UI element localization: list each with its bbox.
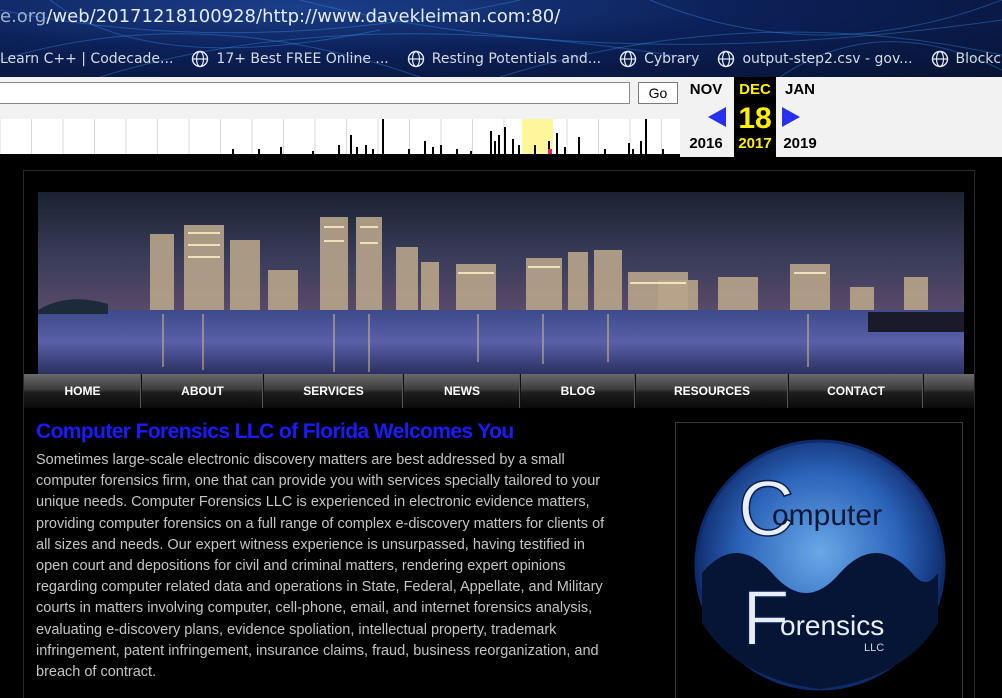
- globe-icon: [192, 50, 209, 68]
- site-container: HOME ABOUT SERVICES NEWS BLOG RESOURCES CONTAC…: [23, 170, 975, 698]
- url-prefix: e.org: [0, 6, 47, 27]
- nav-services[interactable]: SERVICES: [264, 374, 404, 408]
- bookmark-label: Blockchain Enab: [955, 51, 1002, 67]
- sparkline-bar: [512, 139, 514, 155]
- wayback-url-input[interactable]: [0, 82, 630, 104]
- sparkline-bar: [382, 119, 384, 155]
- nav-blog[interactable]: BLOG: [521, 374, 636, 408]
- sparkline-bar: [578, 137, 580, 155]
- bookmark-label: Learn C++ | Codecade...: [0, 51, 174, 67]
- sparkline-bar: [640, 141, 642, 155]
- logo-word-computer: omputer: [772, 499, 882, 532]
- current-day-label: 18: [738, 102, 772, 135]
- capture-sparkline[interactable]: [0, 119, 680, 155]
- bookmark-item[interactable]: 17+ Best FREE Online ...: [191, 50, 389, 68]
- bookmark-item[interactable]: Resting Potentials and...: [407, 50, 601, 68]
- bookmark-label: Cybrary: [644, 51, 700, 67]
- sparkline-bar: [424, 141, 426, 155]
- sparkline-bar: [556, 133, 558, 155]
- next-month-label: JAN: [784, 81, 815, 98]
- sparkline-bar: [490, 131, 492, 155]
- bookmark-item[interactable]: Blockchain Enab: [931, 50, 1002, 68]
- current-year-label: 2017: [738, 135, 772, 152]
- sparkline-bar: [350, 135, 352, 155]
- skyline-banner: [38, 192, 964, 374]
- logo-word-forensics: orensics: [780, 610, 884, 641]
- welcome-title: Computer Forensics LLC of Florida Welcom…: [36, 420, 514, 443]
- nav-contact[interactable]: CONTACT: [789, 374, 924, 408]
- url-text: /web/20171218100928/http://www.davekleim…: [46, 6, 561, 27]
- next-year-label: 2019: [783, 135, 817, 152]
- current-month: DEC 18 2017: [734, 77, 776, 157]
- nav-resources[interactable]: RESOURCES: [636, 374, 789, 408]
- globe-icon: [931, 50, 948, 68]
- globe-icon: [718, 50, 735, 68]
- sparkline-bar: [494, 141, 496, 155]
- sparkline-divider: [0, 154, 680, 157]
- sparkline-bar: [645, 119, 647, 155]
- nav-about[interactable]: ABOUT: [142, 374, 264, 408]
- current-month-label: DEC: [739, 81, 771, 98]
- logo-llc: LLC: [864, 642, 884, 654]
- go-button[interactable]: Go: [638, 82, 678, 104]
- prev-month-label: NOV: [689, 81, 723, 98]
- nav-news[interactable]: NEWS: [404, 374, 521, 408]
- month-navigator: NOV 2016 DEC 18 2017 JAN 2019: [680, 77, 1002, 157]
- bookmark-label: output-step2.csv - gov...: [742, 51, 913, 67]
- bookmark-item[interactable]: output-step2.csv - gov...: [717, 50, 913, 68]
- sparkline-bar: [498, 135, 500, 155]
- main-nav: HOME ABOUT SERVICES NEWS BLOG RESOURCES CONTAC…: [24, 374, 974, 408]
- company-logo: C omputer F orensics LLC: [675, 422, 963, 698]
- sparkline-bar: [504, 127, 506, 155]
- globe-icon: [407, 50, 424, 68]
- prev-year-label: 2016: [689, 135, 723, 152]
- bookmark-label: Resting Potentials and...: [431, 51, 602, 67]
- bookmarks-bar: Learn C++ | Codecade... 17+ Best FREE Onl…: [0, 48, 1002, 70]
- browser-chrome: e.org/web/20171218100928/http://www.dave…: [0, 0, 1002, 77]
- wayback-toolbar: Go NOV 2016 DEC 18 2017 JAN 2019: [0, 77, 1002, 157]
- bookmark-item[interactable]: Cybrary: [619, 50, 699, 68]
- globe-icon: [619, 50, 637, 68]
- address-bar[interactable]: e.org/web/20171218100928/http://www.dave…: [0, 6, 560, 28]
- bookmark-item[interactable]: Learn C++ | Codecade...: [0, 51, 173, 67]
- bookmark-label: 17+ Best FREE Online ...: [216, 51, 389, 67]
- nav-home[interactable]: HOME: [24, 374, 142, 408]
- welcome-body: Sometimes large-scale electronic discove…: [36, 452, 605, 681]
- prev-arrow-icon[interactable]: [708, 107, 726, 127]
- next-month[interactable]: JAN 2019: [778, 77, 822, 157]
